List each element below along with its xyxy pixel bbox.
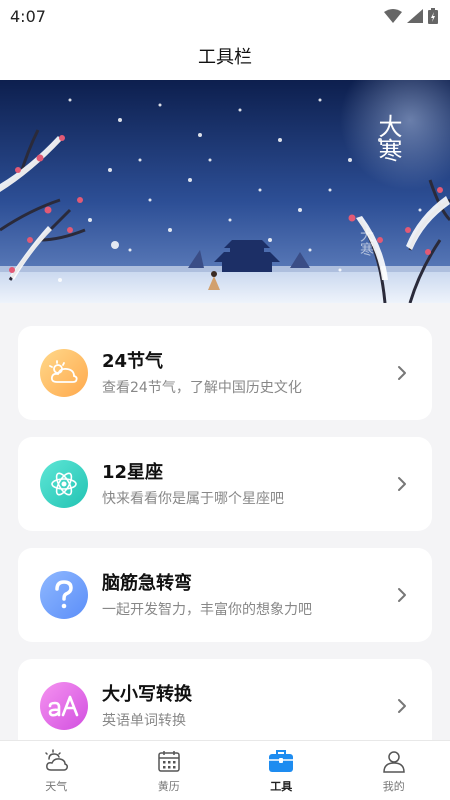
tool-description: 快来看看你是属于哪个星座吧 xyxy=(102,490,284,507)
status-time: 4:07 xyxy=(10,6,46,26)
tool-card-text: 24节气 查看24节气，了解中国历史文化 xyxy=(102,350,390,397)
bottom-tab-bar: 天气 黄历 工具 我的 xyxy=(0,740,450,800)
person-icon xyxy=(380,747,408,775)
tool-card-text: 12星座 快来看看你是属于哪个星座吧 xyxy=(102,461,390,508)
signal-icon xyxy=(407,9,423,23)
tool-list: 24节气 查看24节气，了解中国历史文化 12星座 快来看看你是属于哪个星座吧 … xyxy=(0,303,450,740)
calendar-icon xyxy=(155,747,183,775)
chevron-right-icon xyxy=(390,472,414,496)
status-icons xyxy=(384,8,438,24)
tab-label: 我的 xyxy=(382,780,405,793)
snow-scene-illustration: 大寒 大寒 xyxy=(0,80,450,303)
tool-description: 英语单词转换 xyxy=(102,712,186,729)
tool-title: 12星座 xyxy=(102,461,164,483)
tool-card-case-convert[interactable]: 大小写转换 英语单词转换 xyxy=(18,659,432,740)
tab-almanac[interactable]: 黄历 xyxy=(113,741,226,800)
tool-card-riddles[interactable]: 脑筋急转弯 一起开发智力，丰富你的想象力吧 xyxy=(18,548,432,642)
tab-label: 黄历 xyxy=(157,780,180,793)
tool-card-zodiac[interactable]: 12星座 快来看看你是属于哪个星座吧 xyxy=(18,437,432,531)
weather-icon xyxy=(42,747,70,775)
tab-tools[interactable]: 工具 xyxy=(225,741,338,800)
tab-label: 天气 xyxy=(45,780,68,793)
tool-card-solar-terms[interactable]: 24节气 查看24节气，了解中国历史文化 xyxy=(18,326,432,420)
chevron-right-icon xyxy=(390,694,414,718)
banner-caption: 大寒 xyxy=(374,114,402,162)
tab-weather[interactable]: 天气 xyxy=(0,741,113,800)
app-header: 工具栏 xyxy=(0,32,450,80)
battery-icon xyxy=(428,8,438,24)
chevron-right-icon xyxy=(390,583,414,607)
tab-profile[interactable]: 我的 xyxy=(338,741,450,800)
tool-title: 24节气 xyxy=(102,350,164,372)
tool-description: 一起开发智力，丰富你的想象力吧 xyxy=(102,601,312,618)
letter-case-icon xyxy=(40,682,88,730)
banner-caption-small: 大寒 xyxy=(358,228,374,256)
chevron-right-icon xyxy=(390,361,414,385)
question-icon xyxy=(40,571,88,619)
status-bar: 4:07 xyxy=(0,0,450,32)
tool-title: 脑筋急转弯 xyxy=(102,572,192,594)
page-title: 工具栏 xyxy=(198,47,252,68)
tool-card-text: 脑筋急转弯 一起开发智力，丰富你的想象力吧 xyxy=(102,572,390,619)
banner[interactable]: 大寒 大寒 xyxy=(0,80,450,303)
tool-card-text: 大小写转换 英语单词转换 xyxy=(102,683,390,730)
weather-cloud-icon xyxy=(40,349,88,397)
wifi-icon xyxy=(384,9,402,23)
tab-label: 工具 xyxy=(270,780,293,793)
toolbox-icon xyxy=(267,747,295,775)
tool-title: 大小写转换 xyxy=(102,683,192,705)
atom-icon xyxy=(40,460,88,508)
tool-description: 查看24节气，了解中国历史文化 xyxy=(102,379,302,396)
